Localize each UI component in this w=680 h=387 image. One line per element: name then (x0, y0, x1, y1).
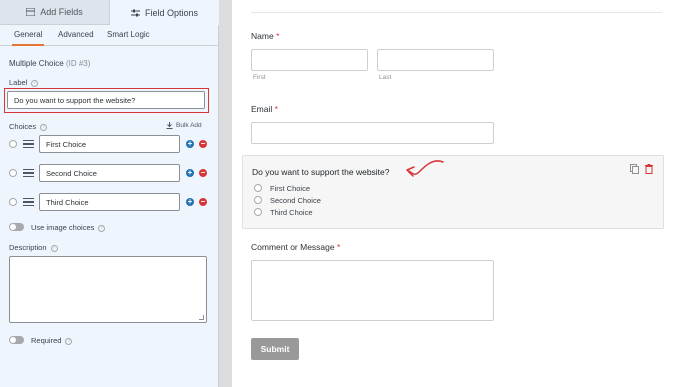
sub-tabs: General Advanced Smart Logic (0, 25, 219, 46)
trash-icon[interactable] (645, 164, 653, 174)
bulk-add-label: Bulk Add (176, 122, 202, 130)
tab-field-options-label: Field Options (144, 7, 199, 18)
add-choice-icon[interactable]: + (186, 169, 194, 177)
email-label-text: Email (251, 104, 273, 114)
help-icon[interactable]: ? (40, 123, 48, 131)
email-input[interactable] (251, 122, 494, 144)
field-options-panel: Add Fields Field Options General Advance… (0, 0, 219, 387)
default-choice-radio[interactable] (9, 198, 17, 206)
choice-row: Third Choice + − (9, 193, 209, 211)
resize-handle-icon[interactable] (199, 315, 204, 320)
first-sublabel: First (253, 74, 266, 81)
field-type-name: Multiple Choice (9, 59, 64, 68)
form-preview: Name * First Last Email * Do you want to… (232, 0, 680, 387)
email-field-label: Email * (251, 104, 278, 114)
remove-choice-icon[interactable]: − (199, 140, 207, 148)
choice-input[interactable]: Third Choice (39, 193, 180, 211)
label-heading: Label? (9, 78, 39, 87)
bulk-add-button[interactable]: Bulk Add (166, 122, 202, 129)
description-textarea[interactable] (9, 256, 207, 323)
submit-button[interactable]: Submit (251, 338, 299, 360)
drag-handle-icon[interactable] (23, 198, 34, 206)
add-choice-icon[interactable]: + (186, 198, 194, 206)
add-choice-icon[interactable]: + (186, 140, 194, 148)
question-label: Do you want to support the website? (252, 167, 390, 177)
option-radio[interactable] (254, 184, 262, 192)
remove-choice-icon[interactable]: − (199, 198, 207, 206)
option-label: Third Choice (270, 208, 313, 217)
field-id: (ID #3) (65, 59, 91, 68)
download-icon (166, 122, 173, 129)
tab-add-fields-label: Add Fields (40, 7, 83, 17)
subtab-advanced[interactable]: Advanced (58, 30, 94, 39)
required-mark: * (274, 104, 278, 114)
image-choices-toggle[interactable] (9, 223, 24, 231)
image-choices-label: Use image choices? (31, 223, 106, 232)
subtab-smart-logic[interactable]: Smart Logic (107, 30, 150, 39)
required-toggle[interactable] (9, 336, 24, 344)
help-icon[interactable]: ? (65, 337, 73, 345)
field-type-title: Multiple Choice (ID #3) (9, 59, 90, 68)
drag-handle-icon[interactable] (23, 140, 34, 148)
help-icon[interactable]: ? (98, 224, 106, 232)
required-mark: * (276, 31, 280, 41)
choices-heading-text: Choices (9, 122, 37, 131)
name-field-label: Name * (251, 31, 279, 41)
choice-row: First Choice + − (9, 135, 209, 153)
option-radio[interactable] (254, 208, 262, 216)
description-heading: Description? (9, 243, 58, 252)
choice-row: Second Choice + − (9, 164, 209, 182)
panel-tabs: Add Fields Field Options (0, 0, 219, 25)
choices-heading: Choices? (9, 122, 48, 131)
subtab-general[interactable]: General (11, 30, 45, 46)
required-text: Required (31, 336, 62, 345)
option-radio[interactable] (254, 196, 262, 204)
comment-field-label: Comment or Message * (251, 242, 340, 252)
option-label: First Choice (270, 184, 311, 193)
comment-label-text: Comment or Message (251, 242, 335, 252)
default-choice-radio[interactable] (9, 169, 17, 177)
required-label: Required? (31, 336, 73, 345)
choice-input[interactable]: Second Choice (39, 164, 180, 182)
required-mark: * (337, 242, 341, 252)
tab-field-options[interactable]: Field Options (110, 0, 219, 25)
duplicate-icon[interactable] (630, 164, 639, 174)
drag-handle-icon[interactable] (23, 169, 34, 177)
description-heading-text: Description (9, 243, 47, 252)
comment-textarea[interactable] (251, 260, 494, 321)
label-heading-text: Label (9, 78, 28, 87)
image-choices-text: Use image choices (31, 223, 95, 232)
default-choice-radio[interactable] (9, 140, 17, 148)
multiple-choice-field[interactable]: Do you want to support the website? Firs… (242, 155, 664, 229)
option-label: Second Choice (270, 196, 321, 205)
name-label-text: Name (251, 31, 274, 41)
first-name-input[interactable] (251, 49, 368, 71)
last-sublabel: Last (379, 74, 392, 81)
tab-add-fields[interactable]: Add Fields (0, 0, 110, 25)
list-icon (26, 8, 36, 16)
choice-input[interactable]: First Choice (39, 135, 180, 153)
remove-choice-icon[interactable]: − (199, 169, 207, 177)
help-icon[interactable]: ? (50, 244, 58, 252)
divider (251, 12, 662, 13)
annotation-arrow-icon (406, 160, 444, 177)
sliders-icon (130, 9, 140, 16)
help-icon[interactable]: ? (31, 79, 39, 87)
last-name-input[interactable] (377, 49, 494, 71)
label-input[interactable]: Do you want to support the website? (7, 91, 205, 109)
